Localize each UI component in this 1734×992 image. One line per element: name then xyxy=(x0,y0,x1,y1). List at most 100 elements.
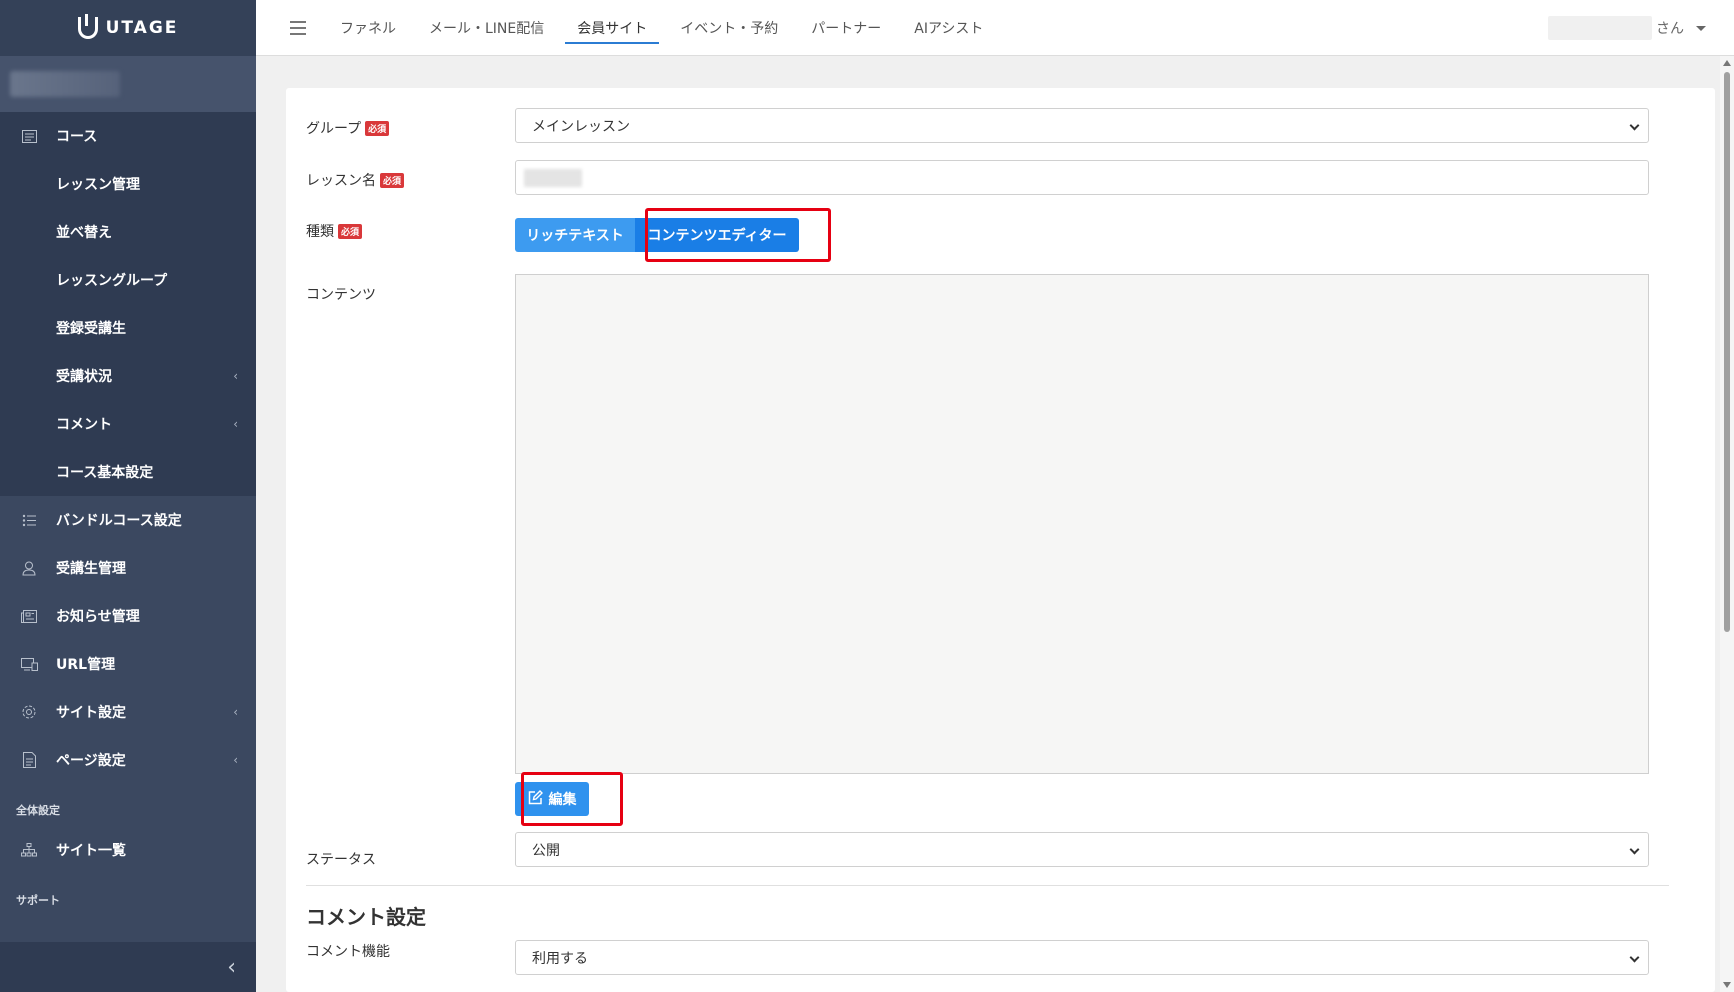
sidebar-item-url[interactable]: URL管理 xyxy=(0,640,256,688)
course-menu: コース レッスン管理 並べ替え レッスングループ 登録受講生 受講状況 ‹ コメン… xyxy=(0,112,256,496)
scroll-up-icon[interactable] xyxy=(1723,60,1731,66)
required-badge: 必須 xyxy=(380,172,405,188)
sidebar-item-label: お知らせ管理 xyxy=(56,609,140,625)
comment-feature-label: コメント機能 xyxy=(306,944,390,960)
gear-icon xyxy=(20,703,38,721)
rich-text-button[interactable]: リッチテキスト xyxy=(515,218,635,252)
user-icon xyxy=(20,559,38,577)
type-label: 種類 必須 xyxy=(306,221,363,241)
lesson-form-card: グループ 必須 メインレッスン レッスン名 必須 種類 必須 リッチテキスト コ… xyxy=(286,88,1715,992)
sidebar-item-site-settings[interactable]: サイト設定 ‹ xyxy=(0,688,256,736)
tab-event[interactable]: イベント・予約 xyxy=(668,0,790,56)
tab-ai-assist[interactable]: AIアシスト xyxy=(902,0,995,56)
list-doc-icon xyxy=(20,127,38,145)
tab-label: メール・LINE配信 xyxy=(429,20,545,37)
sidebar-item-comments[interactable]: コメント ‹ xyxy=(0,400,256,448)
page-scrollbar[interactable] xyxy=(1720,56,1734,992)
sidebar-item-label: サイト一覧 xyxy=(56,843,126,859)
sidebar-item-news[interactable]: お知らせ管理 xyxy=(0,592,256,640)
comment-section-title: コメント設定 xyxy=(306,905,426,929)
hamburger-menu-icon[interactable] xyxy=(290,20,306,35)
chevron-down-icon xyxy=(1629,120,1640,131)
sidebar-item-label: サイト設定 xyxy=(56,705,126,721)
scrollbar-thumb[interactable] xyxy=(1724,72,1730,632)
chevron-left-icon: ‹ xyxy=(233,705,238,719)
user-menu[interactable]: さん xyxy=(1548,16,1706,40)
sidebar-item-label: 登録受講生 xyxy=(56,321,126,337)
sidebar-item-students[interactable]: 受講生管理 xyxy=(0,544,256,592)
logo[interactable]: UTAGE xyxy=(0,0,256,56)
sidebar-item-lesson-group[interactable]: レッスングループ xyxy=(0,256,256,304)
site-name-blurred xyxy=(0,56,256,112)
type-label-text: 種類 xyxy=(306,224,334,240)
tab-label: AIアシスト xyxy=(914,20,984,37)
sidebar-item-course-settings[interactable]: コース基本設定 xyxy=(0,448,256,496)
newspaper-icon xyxy=(20,607,38,625)
chevron-down-icon xyxy=(1629,844,1640,855)
comment-feature-select[interactable]: 利用する xyxy=(515,940,1649,975)
sidebar-item-bundle[interactable]: バンドルコース設定 xyxy=(0,496,256,544)
sidebar-item-label: コース基本設定 xyxy=(56,465,154,481)
tab-label: 会員サイト xyxy=(577,20,648,37)
sidebar-item-progress[interactable]: 受講状況 ‹ xyxy=(0,352,256,400)
sidebar-item-label: バンドルコース設定 xyxy=(56,513,182,529)
chevron-left-icon: ‹ xyxy=(227,954,236,980)
content-preview xyxy=(515,274,1649,774)
highlight-content-editor xyxy=(645,208,831,262)
sidebar-item-lesson-manage[interactable]: レッスン管理 xyxy=(0,160,256,208)
required-badge: 必須 xyxy=(365,120,390,136)
tab-member-site[interactable]: 会員サイト xyxy=(565,0,660,56)
group-select[interactable]: メインレッスン xyxy=(515,108,1649,143)
sidebar-item-site-list[interactable]: サイト一覧 xyxy=(0,826,256,874)
chevron-left-icon: ‹ xyxy=(233,417,238,431)
sidebar-item-label: 受講生管理 xyxy=(56,561,126,577)
lesson-name-label: レッスン名 必須 xyxy=(306,170,405,190)
sidebar-item-label: 受講状況 xyxy=(56,369,112,385)
group-label-text: グループ xyxy=(306,121,362,137)
collapse-sidebar-button[interactable]: ‹ xyxy=(0,942,256,992)
highlight-edit-button xyxy=(521,772,623,826)
section-label-support: サポート xyxy=(16,894,60,907)
tab-label: イベント・予約 xyxy=(680,20,779,37)
scroll-down-icon[interactable] xyxy=(1723,982,1731,988)
content-label: コンテンツ xyxy=(306,287,376,303)
chevron-down-icon xyxy=(1629,952,1640,963)
tab-funnel[interactable]: ファネル xyxy=(328,0,408,56)
sidebar: UTAGE コース レッスン管理 並べ替え レッスングループ 登録受講生 受講状… xyxy=(0,0,256,992)
utage-logo-icon xyxy=(77,14,98,39)
tab-mail-line[interactable]: メール・LINE配信 xyxy=(417,0,556,56)
sidebar-item-sort[interactable]: 並べ替え xyxy=(0,208,256,256)
user-suffix: さん xyxy=(1656,21,1684,37)
lesson-name-label-text: レッスン名 xyxy=(306,173,376,189)
status-select[interactable]: 公開 xyxy=(515,832,1649,867)
required-badge: 必須 xyxy=(338,223,363,239)
chevron-left-icon: ‹ xyxy=(233,753,238,767)
section-label-global: 全体設定 xyxy=(16,804,60,817)
sitemap-icon xyxy=(20,841,38,859)
top-nav: ファネル メール・LINE配信 会員サイト イベント・予約 パートナー AIアシ… xyxy=(256,0,1734,56)
sidebar-item-label: レッスングループ xyxy=(56,273,168,289)
sidebar-item-label: 並べ替え xyxy=(56,225,112,241)
lesson-name-input[interactable] xyxy=(515,160,1649,195)
tab-partner[interactable]: パートナー xyxy=(799,0,893,56)
comment-feature-value: 利用する xyxy=(532,950,588,967)
sidebar-item-course[interactable]: コース xyxy=(0,112,256,160)
devices-icon xyxy=(20,655,38,673)
sidebar-item-label: レッスン管理 xyxy=(56,177,140,193)
sidebar-item-registered-students[interactable]: 登録受講生 xyxy=(0,304,256,352)
list-bullet-icon xyxy=(20,511,38,529)
lesson-name-blurred xyxy=(524,168,582,187)
caret-down-icon xyxy=(1696,25,1706,31)
sidebar-item-label: コース xyxy=(56,129,98,145)
status-label: ステータス xyxy=(306,852,376,868)
document-icon xyxy=(20,751,38,769)
tab-label: ファネル xyxy=(340,20,396,37)
user-name-blurred xyxy=(1548,16,1652,40)
status-select-value: 公開 xyxy=(532,842,560,859)
sidebar-item-page-settings[interactable]: ページ設定 ‹ xyxy=(0,736,256,784)
section-divider xyxy=(306,885,1669,886)
logo-text: UTAGE xyxy=(105,18,179,38)
sidebar-item-label: ページ設定 xyxy=(56,753,126,769)
sidebar-item-label: URL管理 xyxy=(56,657,116,673)
sidebar-item-label: コメント xyxy=(56,417,112,433)
